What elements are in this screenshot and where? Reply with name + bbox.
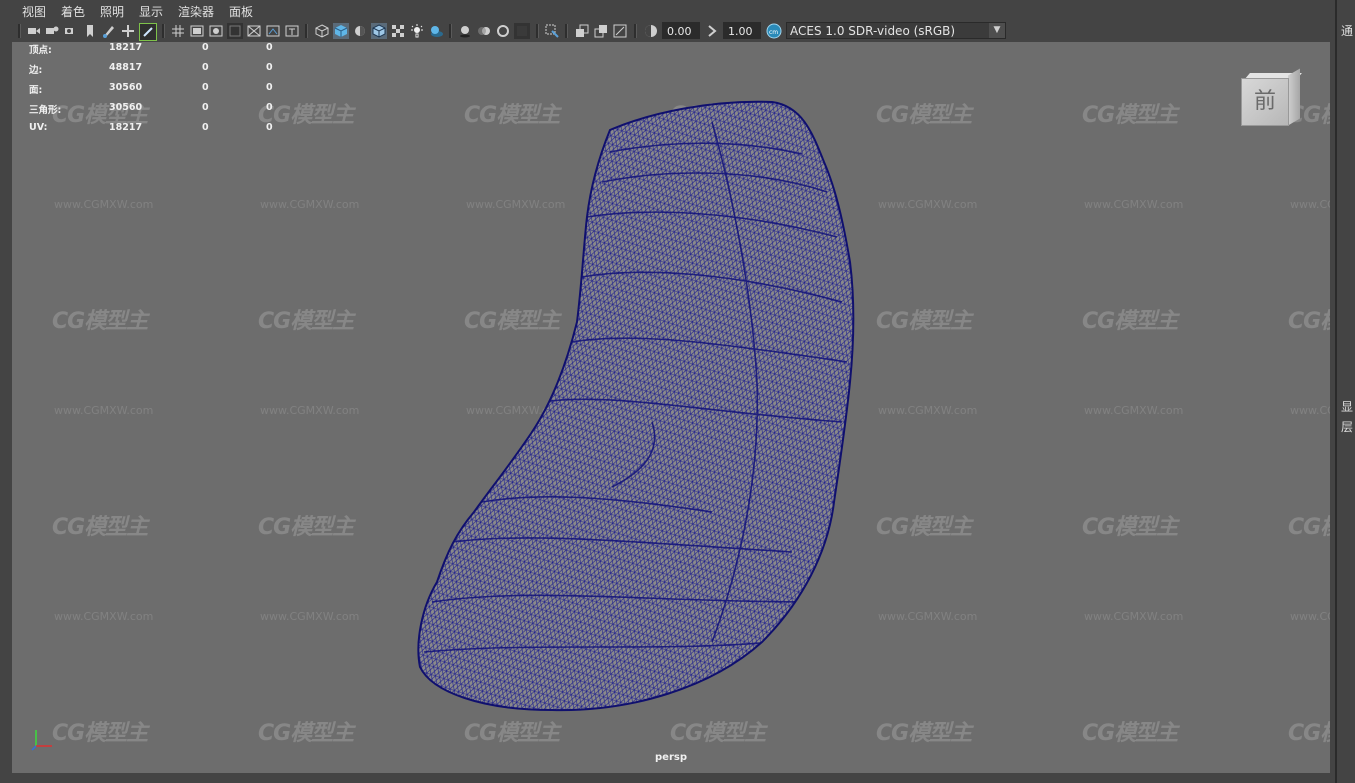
xray-joints-icon[interactable]	[612, 23, 628, 39]
menu-lighting[interactable]: 照明	[100, 3, 124, 20]
use-all-lights-icon[interactable]	[409, 23, 425, 39]
resolution-gate-icon[interactable]	[208, 23, 224, 39]
viewport-bottom-bar	[0, 773, 1335, 783]
wireframe-icon[interactable]	[314, 23, 330, 39]
axis-gizmo-icon	[31, 730, 52, 751]
move-icon[interactable]	[120, 23, 136, 39]
anti-aliasing-icon[interactable]	[495, 23, 511, 39]
ambient-occlusion-icon[interactable]	[457, 23, 473, 39]
colorspace-value: ACES 1.0 SDR-video (sRGB)	[790, 24, 956, 38]
chevron-down-icon: ▼	[989, 23, 1005, 38]
viewport-toolbar: 0.00 1.00 cm	[0, 20, 1335, 42]
toolbar-separator	[634, 24, 637, 38]
menu-view[interactable]: 视图	[22, 3, 46, 20]
color-management-icon[interactable]: cm	[766, 23, 782, 39]
hud-value: 0	[266, 82, 273, 93]
hud-value: 0	[202, 82, 209, 93]
hud-value: 0	[266, 62, 273, 73]
hud-label: 边:	[29, 65, 43, 76]
hud-value: 18217	[109, 42, 143, 53]
select-icon[interactable]	[544, 23, 560, 39]
hud-value: 0	[202, 62, 209, 73]
toolbar-separator	[449, 24, 452, 38]
hud-value: 0	[266, 102, 273, 113]
bookmark-icon[interactable]	[63, 23, 79, 39]
default-material-icon[interactable]	[352, 23, 368, 39]
hud-value: 0	[266, 42, 273, 53]
view-cube-side[interactable]	[1288, 68, 1300, 126]
hud-label: 面:	[29, 85, 43, 96]
shadows-icon[interactable]	[428, 23, 444, 39]
shoe-mesh[interactable]	[12, 42, 1330, 773]
hud-value: 30560	[109, 82, 143, 93]
hud-label: 顶点:	[29, 45, 52, 56]
film-gate-icon[interactable]	[189, 23, 205, 39]
camera-icon[interactable]	[26, 23, 42, 39]
view-cube-front[interactable]: 前	[1241, 78, 1289, 126]
hud-value: 0	[202, 102, 209, 113]
colorspace-dropdown[interactable]: ACES 1.0 SDR-video (sRGB) ▼	[786, 22, 1006, 39]
hud-label: 三角形:	[29, 105, 62, 116]
gamma-icon[interactable]	[704, 23, 720, 39]
hud-value: 30560	[109, 102, 143, 113]
gamma-field[interactable]: 1.00	[723, 22, 761, 39]
menu-shading[interactable]: 着色	[61, 3, 85, 20]
exposure-field[interactable]: 0.00	[662, 22, 700, 39]
viewport-menubar: 视图 着色 照明 显示 渲染器 面板	[0, 0, 1335, 20]
isolate-icon[interactable]	[574, 23, 590, 39]
camera-attr-icon[interactable]	[44, 23, 60, 39]
attribute-panel-edge: 通 显 层	[1335, 0, 1355, 783]
toolbar-separator	[305, 24, 308, 38]
camera-label: persp	[655, 752, 687, 763]
toolbar-separator	[565, 24, 568, 38]
field-chart-icon[interactable]	[246, 23, 262, 39]
safe-action-icon[interactable]	[265, 23, 281, 39]
panel-label: 层	[1341, 420, 1354, 434]
xray-icon[interactable]	[593, 23, 609, 39]
hud-value: 0	[266, 122, 273, 133]
panel-label: 显	[1341, 400, 1354, 414]
hud-value: 48817	[109, 62, 143, 73]
image-plane-icon[interactable]	[82, 23, 98, 39]
hud-value: 0	[202, 122, 209, 133]
toolbar-separator	[162, 24, 165, 38]
hud-label: UV:	[29, 122, 48, 133]
grease-pencil-icon[interactable]	[101, 23, 117, 39]
3d-viewport[interactable]: CG模型主 www.CGMXW.com CG模型主 www.CGMXW.com CG模型…	[12, 42, 1330, 773]
brush-icon[interactable]	[139, 23, 157, 41]
exposure-icon[interactable]	[643, 23, 659, 39]
panel-tab-label[interactable]: 通	[1341, 22, 1353, 39]
toolbar-separator	[18, 24, 21, 38]
depth-of-field-icon[interactable]	[514, 23, 530, 39]
menu-show[interactable]: 显示	[139, 3, 163, 20]
smooth-shade-icon[interactable]	[333, 23, 349, 39]
wireframe-on-shaded-icon[interactable]	[371, 23, 387, 39]
hud-value: 0	[202, 42, 209, 53]
safe-title-icon[interactable]	[284, 23, 300, 39]
hud-value: 18217	[109, 122, 143, 133]
textured-icon[interactable]	[390, 23, 406, 39]
menu-panels[interactable]: 面板	[229, 3, 253, 20]
motion-blur-icon[interactable]	[476, 23, 492, 39]
grid-icon[interactable]	[170, 23, 186, 39]
svg-text:cm: cm	[769, 29, 778, 36]
toolbar-separator	[536, 24, 539, 38]
gate-mask-icon[interactable]	[227, 23, 243, 39]
menu-renderer[interactable]: 渲染器	[178, 3, 214, 20]
